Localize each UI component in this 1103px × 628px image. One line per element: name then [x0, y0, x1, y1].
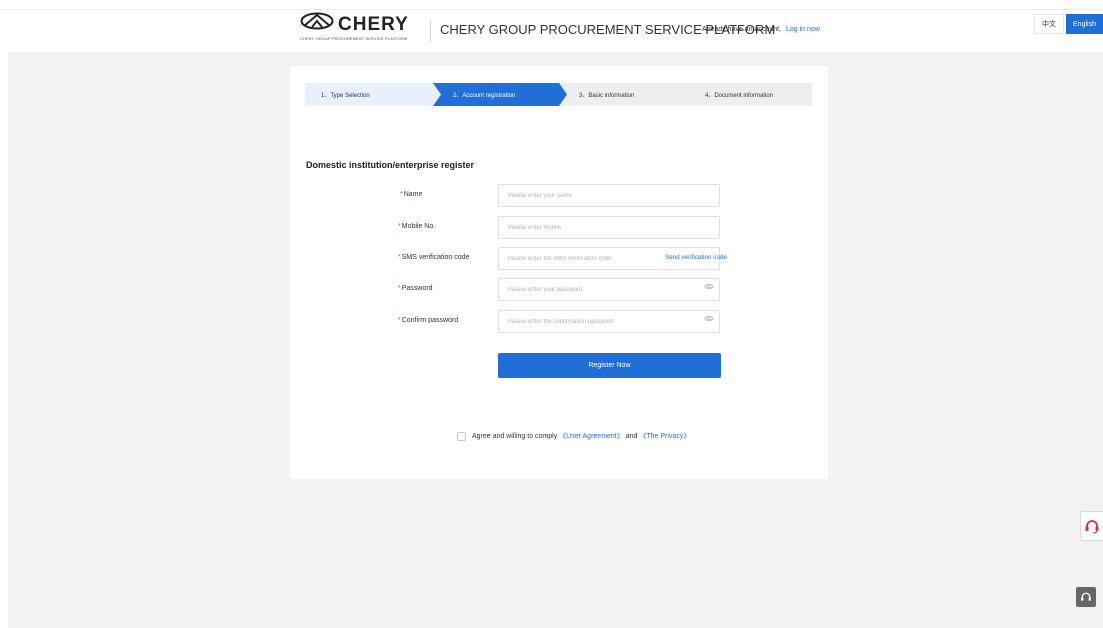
mobile-label: *Mobile No.: [398, 223, 435, 230]
password-label-text: Password: [401, 285, 433, 292]
customer-support-button[interactable]: [1080, 511, 1103, 541]
sms-code-label: *SMS verification code: [398, 254, 469, 261]
registration-card: 1、Type Selection 3、Basic information 4、D…: [290, 66, 828, 479]
privacy-link[interactable]: 《The Privacy》: [639, 433, 690, 440]
step-indicator: 1、Type Selection 3、Basic information 4、D…: [305, 83, 812, 106]
name-input[interactable]: [498, 184, 720, 207]
sms-code-label-text: SMS verification code: [401, 254, 470, 261]
step-type-selection[interactable]: 1、Type Selection: [305, 83, 441, 106]
language-chinese-button[interactable]: 中文: [1034, 14, 1064, 34]
required-mark: *: [398, 317, 401, 324]
password-input[interactable]: [498, 278, 720, 301]
agreement-prefix: Agree and willing to comply: [472, 433, 558, 440]
mobile-input[interactable]: [498, 216, 720, 239]
account-prompt-text: Already have an account,: [702, 26, 781, 33]
password-label: *Password: [398, 285, 432, 292]
step-account-registration: 2、Account registration: [433, 83, 567, 106]
user-agreement-link[interactable]: 《User Agreement》: [559, 433, 624, 440]
headset-icon: [1081, 592, 1091, 601]
chery-logo[interactable]: CHERY CHERY GROUP PROCUREMENT SERVICE PL…: [300, 12, 422, 44]
name-label: *Name: [400, 191, 422, 198]
confirm-password-input[interactable]: [498, 310, 720, 333]
confirm-password-label-text: Confirm password: [401, 317, 459, 324]
agreement-text: Agree and willing to comply 《User Agreem…: [472, 431, 690, 441]
required-mark: *: [398, 223, 401, 230]
account-prompt: Already have an account, Log in now: [702, 26, 820, 33]
name-label-text: Name: [403, 191, 423, 198]
login-link[interactable]: Log in now: [786, 26, 820, 33]
required-mark: *: [400, 191, 403, 198]
chat-support-button[interactable]: [1076, 587, 1096, 607]
register-now-button[interactable]: Register Now: [498, 353, 721, 378]
eye-icon[interactable]: [704, 283, 714, 290]
chery-logo-icon: [300, 12, 334, 30]
required-mark: *: [398, 254, 401, 261]
eye-icon[interactable]: [704, 315, 714, 322]
form-heading: Domestic institution/enterprise register: [306, 160, 475, 170]
required-mark: *: [398, 285, 401, 292]
agreement-and: and: [625, 433, 638, 440]
step-document-information: 4、Document information: [685, 83, 812, 106]
send-verification-code-button[interactable]: Send verification code: [665, 254, 727, 261]
mobile-label-text: Mobile No.: [401, 223, 436, 230]
header-divider: [430, 20, 431, 42]
confirm-password-label: *Confirm password: [398, 317, 458, 324]
step-basic-information: 3、Basic information: [559, 83, 693, 106]
headset-icon: [1085, 520, 1099, 534]
logo-subtext: CHERY GROUP PROCUREMENT SERVICE PLATFORM: [300, 36, 408, 41]
agreement-checkbox[interactable]: [457, 432, 466, 441]
logo-text: CHERY: [338, 14, 409, 35]
language-english-button[interactable]: English: [1066, 14, 1103, 34]
